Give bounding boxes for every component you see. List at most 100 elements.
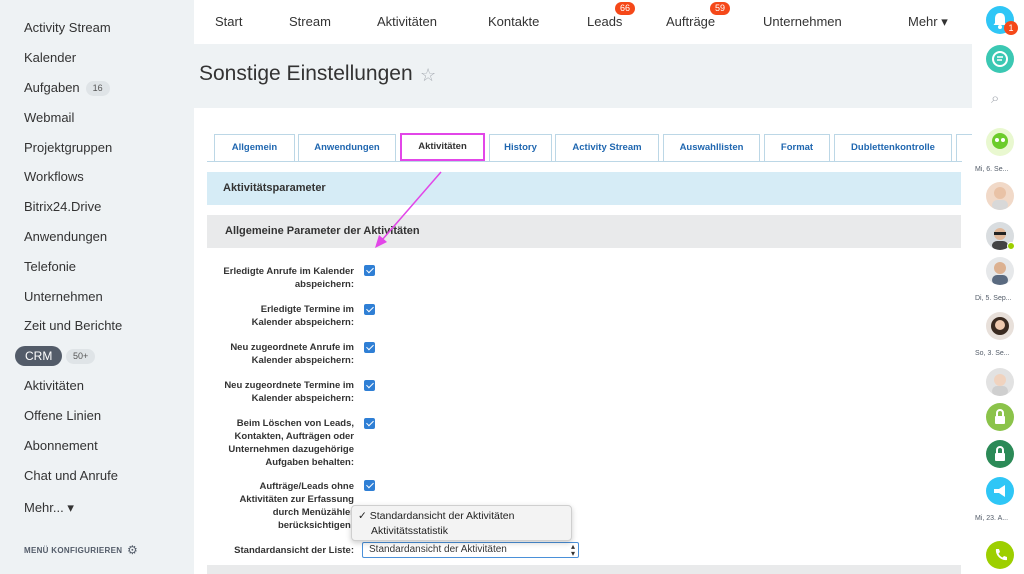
sidebar-item-label: Bitrix24.Drive [24, 199, 102, 214]
notification-count-badge: 1 [1004, 21, 1018, 35]
avatar[interactable] [986, 257, 1014, 285]
section-header-label: Aktivitätsparameter [223, 182, 326, 194]
list-view-label: Standardansicht der Liste: [234, 545, 354, 556]
label-line: Kalender abspeichern: [251, 393, 354, 404]
tab-auswahllisten[interactable]: Auswahllisten [663, 134, 760, 161]
label-line: Kalender abspeichern: [251, 317, 354, 328]
sidebar-item-label: Projektgruppen [24, 140, 113, 155]
sidebar-item-label: Workflows [24, 169, 84, 184]
nav-item-start[interactable]: Start [215, 14, 242, 29]
sidebar-item-label: Abonnement [24, 438, 98, 453]
label-line: berücksichtigen: [277, 520, 354, 531]
label-line: Kalender abspeichern: [251, 355, 354, 366]
checkbox-completed-calls[interactable] [364, 265, 375, 276]
sidebar-item-workflows[interactable]: Workflows [24, 167, 84, 187]
section-subheader: Allgemeine Parameter der Aktivitäten [207, 215, 961, 248]
tab-anwendungen[interactable]: Anwendungen [298, 134, 396, 161]
tab-dublettenkontrolle[interactable]: Dublettenkontrolle [834, 134, 952, 161]
section-header: Aktivitätsparameter [207, 172, 961, 205]
nav-item-stream[interactable]: Stream [289, 14, 331, 29]
configure-menu-link[interactable]: MENÜ KONFIGURIEREN [24, 546, 122, 555]
avatar[interactable] [986, 368, 1014, 396]
avatar[interactable] [986, 312, 1014, 340]
leads-count-badge: 66 [615, 2, 636, 15]
label-line: Kontakten, Aufträgen oder [234, 431, 354, 442]
avatar[interactable] [986, 128, 1014, 156]
sidebar-item-telefonie[interactable]: Telefonie [24, 257, 76, 277]
checkbox-menu-counter[interactable] [364, 480, 375, 491]
date-label: Mi, 23. A... [975, 515, 1009, 522]
sidebar-item-abonnement[interactable]: Abonnement [24, 436, 98, 456]
checkbox-new-meetings[interactable] [364, 380, 375, 391]
tab-overflow[interactable] [956, 134, 972, 161]
label-line: durch Menüzähler [272, 507, 354, 518]
dropdown-option-statistics[interactable]: Aktivitätsstatistik [371, 525, 448, 537]
top-navigation: Start Stream Aktivitäten Kontakte Leads … [194, 0, 972, 44]
list-view-select[interactable]: Standardansicht der Aktivitäten ▴ ▾ [362, 542, 579, 558]
sidebar-item-webmail[interactable]: Webmail [24, 108, 74, 128]
megaphone-icon[interactable] [986, 477, 1014, 505]
label-line: Aufgaben behalten: [265, 457, 354, 468]
online-status-dot [1007, 242, 1015, 250]
tab-history[interactable]: History [489, 134, 552, 161]
label-line: Aktivitäten zur Erfassung [239, 494, 354, 505]
tab-allgemein[interactable]: Allgemein [214, 134, 295, 161]
page-title: Sonstige Einstellungen [199, 62, 413, 85]
phone-icon[interactable] [986, 541, 1014, 569]
nav-item-leads[interactable]: Leads [587, 14, 622, 29]
lock-icon[interactable] [986, 403, 1014, 431]
checkbox-new-calls[interactable] [364, 342, 375, 353]
chat-icon[interactable] [986, 45, 1014, 73]
sidebar-item-chat-und-anrufe[interactable]: Chat und Anrufe [24, 466, 118, 486]
sidebar-item-crm[interactable]: CRM [15, 346, 63, 366]
sidebar-item-unternehmen[interactable]: Unternehmen [24, 287, 103, 307]
label-line: Aufträge/Leads ohne [259, 481, 355, 492]
setting-label-completed-calls: Erledigte Anrufe im Kalender abspeichern… [223, 265, 354, 291]
tab-divider [207, 161, 962, 162]
date-label: Di, 5. Sep... [975, 295, 1012, 302]
tab-aktivitaeten[interactable]: Aktivitäten [400, 133, 485, 161]
sidebar-item-activity-stream[interactable]: Activity Stream [24, 18, 111, 38]
sidebar-item-label: Webmail [24, 110, 75, 125]
sidebar-item-label: Zeit und Berichte [24, 318, 123, 333]
sidebar-item-projektgruppen[interactable]: Projektgruppen [24, 138, 112, 158]
tab-activity-stream[interactable]: Activity Stream [555, 134, 659, 161]
checkbox-keep-tasks[interactable] [364, 418, 375, 429]
lock-icon[interactable] [986, 440, 1014, 468]
sidebar-item-label: Offene Linien [24, 408, 102, 423]
sidebar-item-mehr[interactable]: Mehr... ▾ [24, 498, 74, 518]
list-view-dropdown: ✓ Standardansicht der Aktivitäten Aktivi… [351, 505, 572, 541]
dropdown-option-default-view[interactable]: ✓ Standardansicht der Aktivitäten [358, 510, 514, 522]
tab-format[interactable]: Format [764, 134, 830, 161]
sidebar-item-label: Kalender [24, 50, 77, 65]
avatar[interactable] [986, 182, 1014, 210]
sidebar-item-label: Telefonie [24, 259, 77, 274]
label-line: Erledigte Anrufe im Kalender [223, 266, 354, 277]
label-line: Neu zugeordnete Anrufe im [230, 342, 354, 353]
sidebar-item-anwendungen[interactable]: Anwendungen [24, 227, 107, 247]
checkbox-completed-meetings[interactable] [364, 304, 375, 315]
sidebar-item-zeit-und-berichte[interactable]: Zeit und Berichte [24, 316, 122, 336]
search-icon[interactable]: ⌕ [991, 90, 999, 107]
nav-item-mehr[interactable]: Mehr ▾ [908, 14, 948, 30]
nav-item-kontakte[interactable]: Kontakte [488, 14, 539, 29]
label-line: Beim Löschen von Leads, [236, 418, 354, 429]
nav-item-auftraege[interactable]: Aufträge [666, 14, 715, 29]
sidebar-item-kalender[interactable]: Kalender [24, 48, 76, 68]
list-view-select-value: Standardansicht der Aktivitäten [369, 544, 507, 555]
label-line: Erledigte Termine im [260, 304, 354, 315]
auftraege-count-badge: 59 [710, 2, 731, 15]
gear-icon[interactable]: ⚙ [127, 543, 138, 557]
nav-item-unternehmen[interactable]: Unternehmen [763, 14, 842, 29]
sidebar-item-aktivitaeten[interactable]: Aktivitäten [24, 376, 84, 396]
sidebar-item-aufgaben[interactable]: Aufgaben 16 [24, 78, 110, 98]
setting-label-keep-tasks: Beim Löschen von Leads, Kontakten, Auftr… [228, 417, 354, 469]
section-next [207, 565, 961, 574]
nav-item-aktivitaeten[interactable]: Aktivitäten [377, 14, 437, 29]
section-subheader-label: Allgemeine Parameter der Aktivitäten [225, 225, 420, 237]
sidebar-item-label: Mehr... ▾ [24, 500, 74, 515]
star-icon[interactable]: ☆ [420, 65, 436, 86]
sidebar-item-bitrix24-drive[interactable]: Bitrix24.Drive [24, 197, 101, 217]
date-label: So, 3. Se... [975, 350, 1010, 357]
sidebar-item-offene-linien[interactable]: Offene Linien [24, 406, 101, 426]
